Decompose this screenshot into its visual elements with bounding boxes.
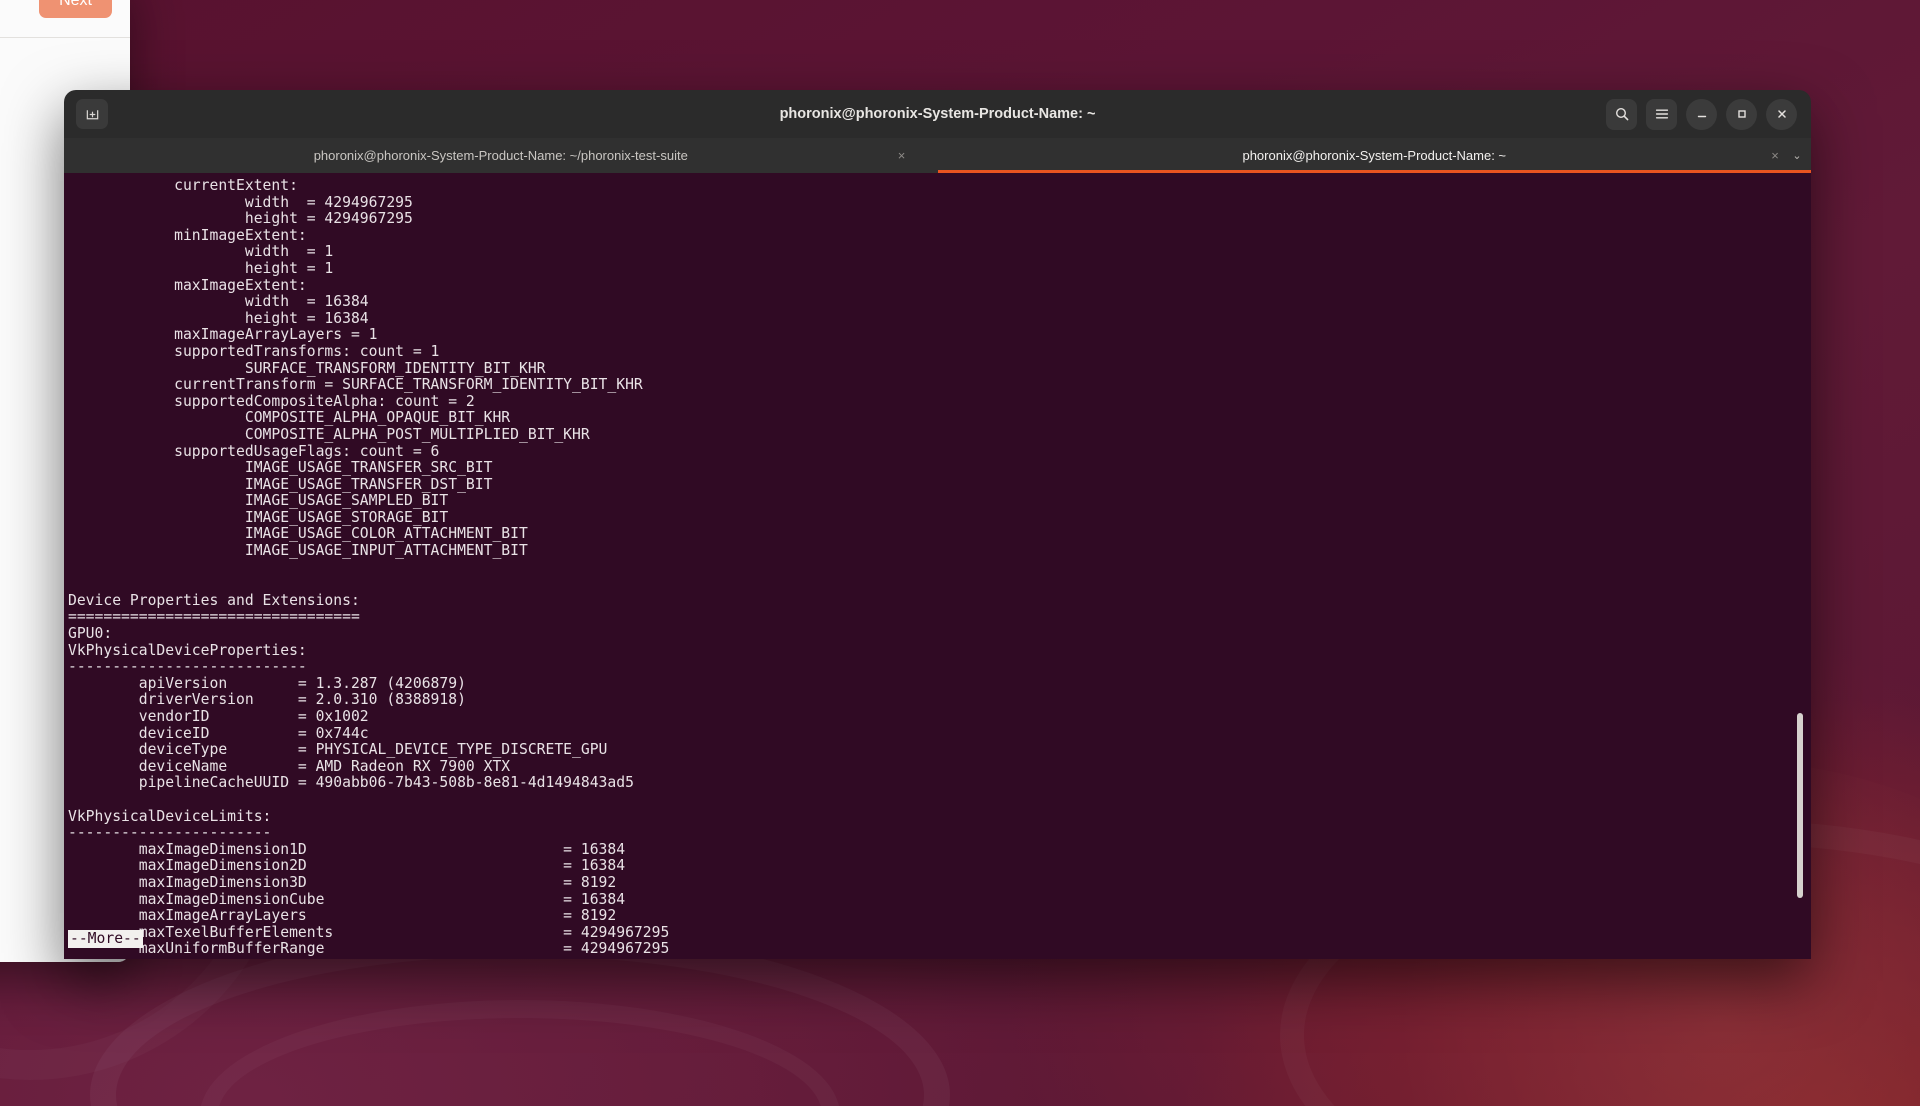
- titlebar-actions: [1606, 98, 1797, 130]
- tab-label: phoronix@phoronix-System-Product-Name: ~…: [313, 148, 688, 163]
- terminal-output-text: currentExtent: width = 4294967295 height…: [68, 177, 670, 958]
- tab-label: phoronix@phoronix-System-Product-Name: ~: [1242, 148, 1507, 163]
- terminal-titlebar[interactable]: phoronix@phoronix-System-Product-Name: ~: [64, 90, 1811, 138]
- background-window-header: Next: [0, 0, 130, 38]
- chevron-down-icon[interactable]: ⌄: [1789, 148, 1805, 164]
- more-prompt: --More--: [68, 930, 143, 948]
- terminal-output-area[interactable]: currentExtent: width = 4294967295 height…: [64, 173, 1811, 959]
- tab-close-icon[interactable]: ×: [894, 148, 910, 164]
- terminal-tabbar[interactable]: phoronix@phoronix-System-Product-Name: ~…: [64, 138, 1811, 173]
- next-button[interactable]: Next: [39, 0, 112, 18]
- minimize-icon[interactable]: [1686, 98, 1717, 130]
- page-title: phoronix@phoronix-System-Product-Name: ~: [779, 106, 1096, 122]
- terminal-window[interactable]: phoronix@phoronix-System-Product-Name: ~: [64, 90, 1811, 959]
- hamburger-menu-icon[interactable]: [1646, 98, 1677, 130]
- terminal-scrollbar-thumb[interactable]: [1797, 713, 1803, 898]
- maximize-icon[interactable]: [1726, 98, 1757, 130]
- close-icon[interactable]: [1766, 98, 1797, 130]
- search-icon[interactable]: [1606, 98, 1637, 130]
- tab-home[interactable]: phoronix@phoronix-System-Product-Name: ~…: [937, 138, 1812, 173]
- tab-phoronix-test-suite[interactable]: phoronix@phoronix-System-Product-Name: ~…: [64, 138, 938, 173]
- new-tab-icon[interactable]: [76, 99, 108, 129]
- terminal-scrollbar[interactable]: [1795, 173, 1805, 959]
- tab-close-icon[interactable]: ×: [1767, 148, 1783, 164]
